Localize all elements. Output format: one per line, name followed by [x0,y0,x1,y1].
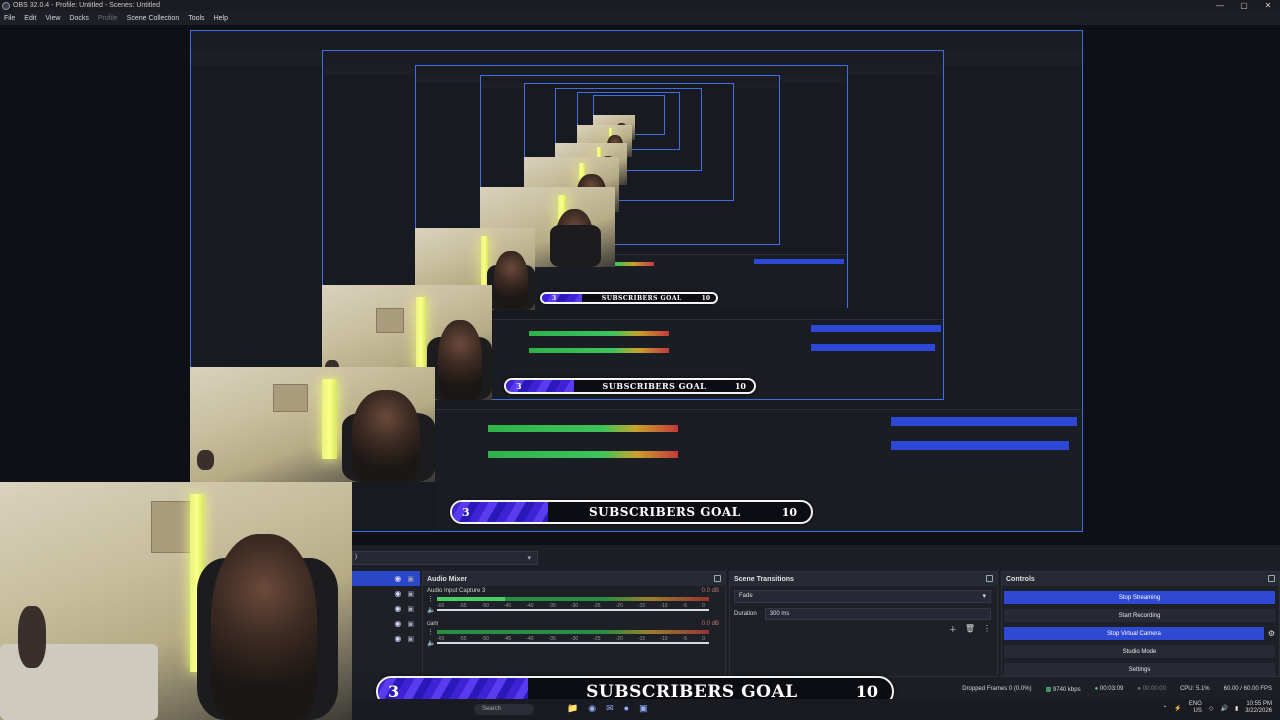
menu-help[interactable]: Help [214,15,228,22]
volume-meter [437,597,709,601]
folder-icon[interactable]: 📁 [567,703,578,714]
bluetooth-icon[interactable]: ⚡ [1174,705,1181,712]
lock-icon[interactable]: ▣ [407,620,414,628]
speaker-icon[interactable]: 🔈 [427,639,436,647]
studio-mode-button[interactable]: Studio Mode [1004,645,1275,658]
eye-icon[interactable]: ◉ [394,634,401,643]
webcam-feed-0 [190,367,435,482]
undock-icon[interactable] [1268,575,1275,582]
maximize-button[interactable]: ▢ [1232,0,1256,11]
chevron-down-icon: ▾ [982,593,986,600]
track-db: 0.0 dB [701,588,719,594]
chevron-up-icon[interactable]: ⌃ [1162,705,1167,712]
undock-icon[interactable] [986,575,993,582]
eye-icon[interactable]: ◉ [394,619,401,628]
stream-time: ● 00:03:09 [1094,686,1124,692]
speaker-icon[interactable]: 🔈 [427,606,436,614]
volume-meter [437,630,709,634]
volume-icon[interactable]: 🔊 [1221,705,1228,712]
close-button[interactable]: ✕ [1256,0,1280,11]
title-bar: OBS 32.0.4 - Profile: Untitled - Scenes:… [0,0,1280,11]
menu-file[interactable]: File [4,15,15,22]
menu-tools[interactable]: Tools [188,15,204,22]
transition-select[interactable]: Fade ▾ [734,590,991,603]
battery-icon[interactable]: ▮ [1235,705,1238,712]
scene-transitions-dock: Scene Transitions Fade ▾ Duration 300 ms … [729,571,998,677]
fps-readout: 60.00 / 60.00 FPS [1223,686,1272,692]
menu-docks[interactable]: Docks [69,15,88,22]
kebab-menu-icon[interactable]: ⋮ [983,624,991,635]
obs-window: OBS 32.0.4 - Profile: Untitled - Scenes:… [0,0,1280,720]
language-indicator[interactable]: ENG US [1189,701,1202,715]
taskbar-search[interactable]: Search [474,704,534,715]
window-title: OBS 32.0.4 - Profile: Untitled - Scenes:… [13,2,161,9]
record-icon[interactable]: ● [624,703,629,714]
sources-list: ◉ ▣ ◉ ▣ ◉ ▣ ◉ ▣ ◉ ▣ [352,571,420,671]
stop-virtual-camera-button[interactable]: Stop Virtual Camera [1004,627,1264,640]
minimize-button[interactable]: — [1208,0,1232,11]
app-icon[interactable]: ▣ [639,703,648,714]
lock-icon[interactable]: ▣ [407,635,414,643]
goal-banner-nested-1: 3 SUBSCRIBERS GOAL 10 [450,500,813,524]
gear-icon[interactable]: ⚙ [1268,629,1275,638]
obs-logo-icon [2,1,10,10]
menu-profile[interactable]: Profile [98,15,118,22]
list-item[interactable]: ◉ ▣ [352,601,420,616]
dropped-frames: Dropped Frames 0 (0.0%) [962,686,1032,692]
cpu-usage: CPU: 5.1% [1179,686,1210,692]
mixer-track: Audio Input Capture 3 0.0 dB ⋮ -60 -55 -50… [427,588,719,619]
track-name: Audio Input Capture 3 [427,588,486,594]
mixer-track: cam 0.0 dB ⋮ -60 -55 -50 -45 -40 -35 -30 -25 -20… [427,621,719,652]
record-time: ● 00:00:00 [1137,686,1166,692]
list-item[interactable]: ◉ ▣ [352,631,420,646]
goal-banner-nested-3: 3 SUBSCRIBERS GOAL 10 [540,292,718,304]
stop-streaming-button[interactable]: Stop Streaming [1004,591,1275,604]
lock-icon[interactable]: ▣ [407,575,414,583]
bitrate: ▩ 9740 kbps [1045,686,1081,693]
kebab-menu-icon[interactable]: ⋮ [427,595,434,603]
eye-icon[interactable]: ◉ [394,574,401,583]
preview-canvas[interactable]: 3 SUBSCRIBERS GOAL 10 3 SUBSCRIBERS GOAL… [0,25,1280,545]
menu-scene-collection[interactable]: Scene Collection [127,15,180,22]
clock[interactable]: 10:55 PM 3/22/2026 [1245,701,1272,715]
webcam-main [0,482,352,720]
system-tray: ⌃ ⚡ ENG US ◇ 🔊 ▮ 10:55 PM 3/22/2026 [1162,701,1272,715]
list-item[interactable]: ◉ ▣ [352,616,420,631]
sources-selector[interactable]: ) ▾ [352,551,538,565]
eye-icon[interactable]: ◉ [394,604,401,613]
menu-view[interactable]: View [45,15,60,22]
start-recording-button[interactable]: Start Recording [1004,609,1275,622]
track-name: cam [427,621,439,627]
lock-icon[interactable]: ▣ [407,605,414,613]
add-icon[interactable]: ＋ [949,624,957,635]
eye-icon[interactable]: ◉ [394,589,401,598]
chevron-down-icon: ▾ [527,555,531,562]
controls-dock: Controls Stop Streaming Start Recording … [1001,571,1280,677]
scene-transitions-title: Scene Transitions [730,572,997,586]
browser-icon[interactable]: ◉ [588,703,596,714]
mail-icon[interactable]: ✉ [606,703,614,714]
undock-icon[interactable] [714,575,721,582]
volume-slider[interactable] [437,642,709,644]
settings-button[interactable]: Settings [1004,663,1275,676]
menu-bar: File Edit View Docks Profile Scene Colle… [0,11,1280,25]
track-db: 0.0 dB [701,621,719,627]
goal-banner-nested-2: 3 SUBSCRIBERS GOAL 10 [504,378,756,394]
delete-icon[interactable]: 🗑 [965,624,975,635]
duration-label: Duration [734,611,757,617]
wifi-icon[interactable]: ◇ [1209,705,1214,712]
audio-mixer-title: Audio Mixer [423,572,725,586]
lock-icon[interactable]: ▣ [407,590,414,598]
volume-slider[interactable] [437,609,709,611]
list-item[interactable]: ◉ ▣ [352,586,420,601]
audio-mixer-dock: Audio Mixer Audio Input Capture 3 0.0 dB… [422,571,726,677]
menu-edit[interactable]: Edit [24,15,36,22]
controls-title: Controls [1002,572,1279,586]
taskbar: Search 📁 ◉ ✉ ● ▣ ⌃ ⚡ ENG US ◇ 🔊 ▮ 10:55 P… [352,699,1280,720]
list-item[interactable]: ◉ ▣ [352,571,420,586]
kebab-menu-icon[interactable]: ⋮ [427,628,434,636]
duration-row: Duration 300 ms [734,608,991,620]
duration-input[interactable]: 300 ms [764,608,991,620]
